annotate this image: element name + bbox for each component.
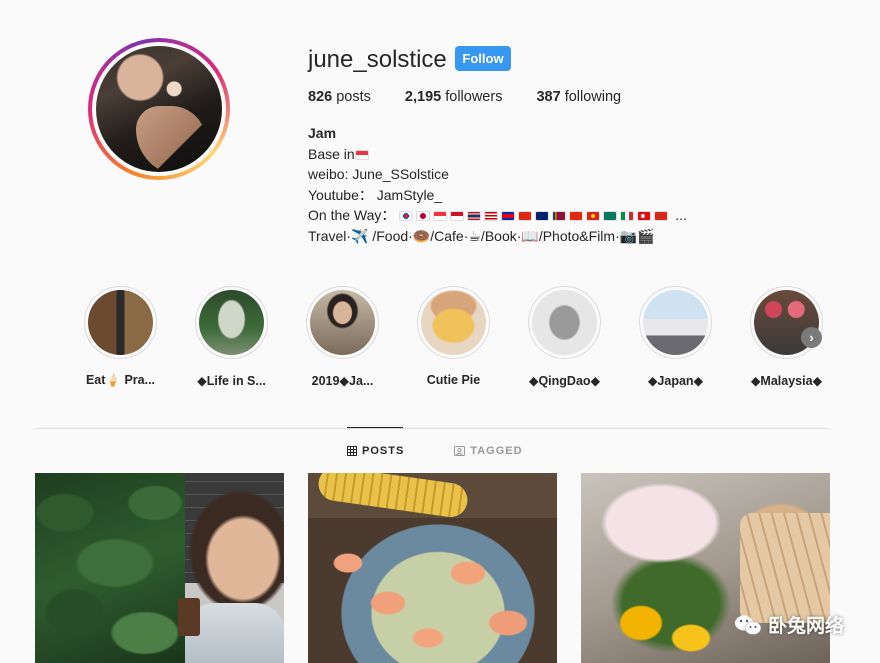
- watermark-text: 卧兔网络: [768, 616, 845, 637]
- bio-line-travel: Travel·✈️ /Food·🍩/Cafe·☕/Book·📖/Photo&Fi…: [308, 227, 655, 244]
- avatar-inner: [92, 42, 226, 176]
- highlight-item[interactable]: Eat🍦 Pra...: [65, 286, 176, 388]
- bio-line-base: Base in: [308, 144, 687, 165]
- followers-stat-label: followers: [445, 89, 503, 105]
- highlight-item[interactable]: ◆QingDao◆: [509, 286, 620, 388]
- highlight-item[interactable]: 2019◆Ja...: [287, 286, 398, 388]
- following-count: 387: [536, 89, 561, 105]
- watermark: 卧兔网络: [734, 611, 844, 638]
- highlight-item[interactable]: ◆Malaysia◆: [731, 286, 842, 388]
- highlight-cover: [421, 290, 486, 355]
- highlight-ring: [195, 286, 268, 359]
- highlight-ring: [417, 286, 490, 359]
- vietnam-flag-icon: [586, 211, 601, 221]
- highlight-ring: [750, 286, 823, 359]
- singapore-flag-icon: [354, 149, 369, 160]
- highlight-label: Cutie Pie: [426, 373, 481, 387]
- country-flags: [399, 207, 675, 223]
- highlight-cover: [532, 290, 597, 355]
- highlight-item[interactable]: Cutie Pie: [398, 286, 509, 388]
- followers-stat[interactable]: 2,195 followers: [405, 89, 503, 105]
- tagged-user-icon: [454, 446, 466, 456]
- switzerland-flag-icon: [654, 211, 669, 221]
- tabs-divider: [35, 428, 829, 429]
- following-stat[interactable]: 387 following: [536, 89, 621, 105]
- korea-flag-icon: [399, 211, 414, 221]
- japan-flag-icon: [416, 211, 431, 221]
- post-thumbnail[interactable]: [35, 473, 284, 663]
- profile-username: june_solstice: [308, 46, 447, 73]
- bio-ontheway-ellipsis: ...: [675, 207, 687, 223]
- post-image-plants: [35, 473, 185, 663]
- highlight-label: Eat🍦 Pra...: [85, 373, 156, 387]
- highlight-label: ◆QingDao◆: [528, 374, 601, 388]
- bio-ontheway-text: On the Way：: [308, 207, 396, 223]
- tab-posts-label: POSTS: [362, 445, 405, 457]
- profile-avatar[interactable]: [88, 38, 230, 180]
- highlight-ring: [84, 286, 157, 359]
- active-tab-indicator: [347, 427, 403, 428]
- bio-line-ontheway: On the Way： ...: [308, 205, 687, 226]
- post-image-bread: [740, 513, 830, 623]
- posts-grid: [35, 473, 854, 663]
- highlight-ring: [306, 286, 379, 359]
- srilanka-flag-icon: [552, 211, 567, 221]
- tab-tagged[interactable]: TAGGED: [454, 445, 522, 457]
- cambodia-flag-icon: [501, 211, 516, 221]
- bio-line-youtube: Youtube： JamStyle_: [308, 186, 443, 203]
- bio-name: Jam: [308, 125, 337, 141]
- china-flag-icon: [569, 211, 584, 221]
- highlight-ring: [528, 286, 601, 359]
- profile-bio: Jam Base in weibo: June_SSolstice Youtub…: [308, 123, 687, 246]
- post-image-corn: [316, 473, 470, 520]
- story-highlights: Eat🍦 Pra... ◆Life in S... 2019◆Ja... Cut…: [65, 286, 842, 388]
- post-image-cup: [178, 598, 200, 636]
- thailand-flag-icon: [467, 211, 482, 221]
- highlight-label: ◆Malaysia◆: [750, 374, 823, 388]
- posts-count: 826: [308, 89, 333, 105]
- posts-stat: 826 posts: [308, 89, 371, 105]
- posts-stat-label: posts: [336, 89, 371, 105]
- highlight-label: 2019◆Ja...: [311, 374, 374, 388]
- highlight-cover: [199, 290, 264, 355]
- macau-flag-icon: [603, 211, 618, 221]
- bio-base-text: Base in: [308, 145, 355, 162]
- highlight-item[interactable]: ◆Japan◆: [620, 286, 731, 388]
- followers-count: 2,195: [404, 89, 442, 105]
- turkey-flag-icon: [637, 211, 652, 221]
- hongkong-flag-icon: [518, 211, 533, 221]
- highlight-item[interactable]: ◆Life in S...: [176, 286, 287, 388]
- following-stat-label: following: [564, 89, 622, 105]
- singapore-flag-icon: [433, 211, 448, 221]
- malaysia-flag-icon: [484, 211, 499, 221]
- indonesia-flag-icon: [450, 211, 465, 221]
- profile-tabs: POSTS TAGGED: [347, 445, 573, 457]
- wechat-logo-icon: [735, 615, 762, 635]
- australia-flag-icon: [535, 211, 550, 221]
- grid-icon: [347, 446, 357, 456]
- highlight-cover: [88, 290, 153, 355]
- highlight-ring: [639, 286, 712, 359]
- tab-posts[interactable]: POSTS: [347, 445, 404, 457]
- highlight-cover: [643, 290, 708, 355]
- follow-button[interactable]: Follow: [455, 46, 511, 71]
- highlight-cover: [310, 290, 375, 355]
- avatar-image: [96, 46, 222, 172]
- highlight-label: ◆Japan◆: [647, 374, 704, 388]
- bio-line-weibo: weibo: June_SSolstice: [308, 166, 449, 182]
- chevron-right-icon[interactable]: ›: [801, 327, 822, 348]
- italy-flag-icon: [620, 211, 635, 221]
- profile-stats: 826 posts 2,195 followers 387 following: [308, 89, 655, 105]
- highlight-label: ◆Life in S...: [197, 374, 266, 388]
- post-thumbnail[interactable]: [308, 473, 557, 663]
- tab-tagged-label: TAGGED: [470, 445, 523, 457]
